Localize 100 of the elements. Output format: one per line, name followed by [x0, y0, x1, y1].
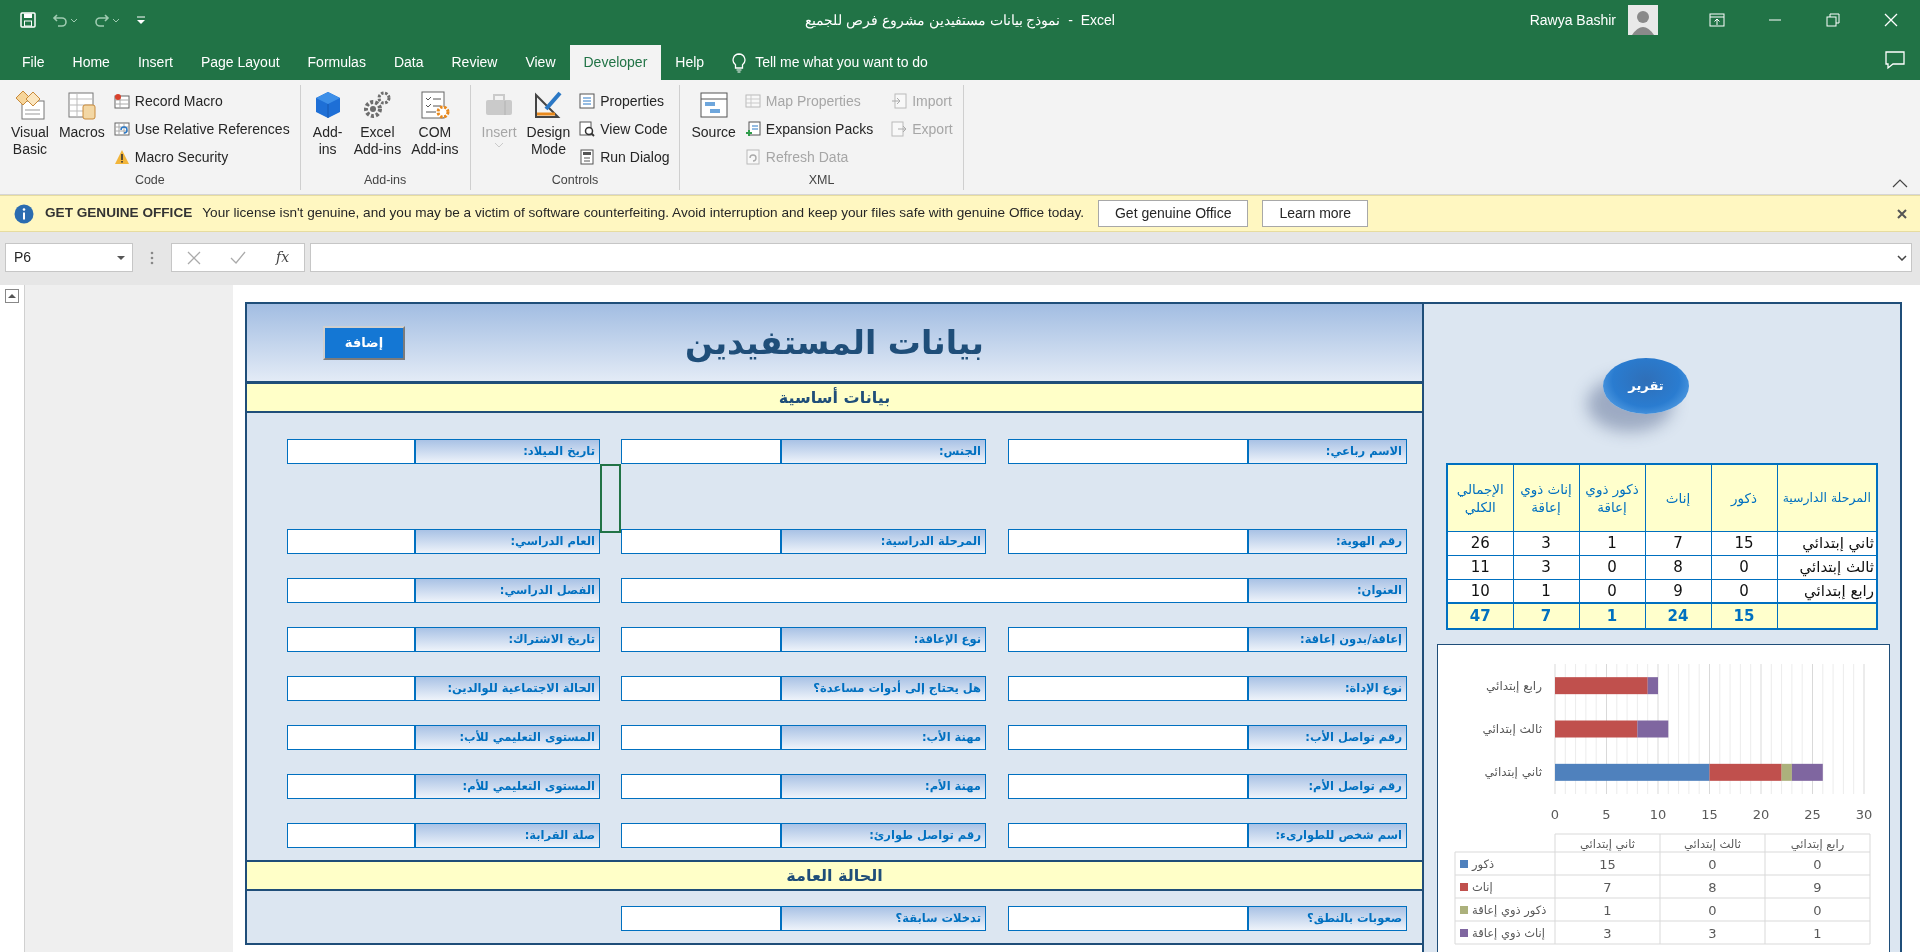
field-label: نوع الإداة:: [1248, 676, 1407, 701]
table-cell: 3: [1513, 555, 1579, 579]
ribbon-button[interactable]: Record Macro: [111, 89, 292, 113]
data-table-header: رابع إبتدائي: [1790, 837, 1845, 851]
ribbon-tab[interactable]: Data: [379, 45, 438, 80]
field-label: المستوى التعليمي للأم:: [415, 774, 600, 799]
ribbon-tab[interactable]: Help: [661, 45, 719, 80]
ribbon-button[interactable]: Macros: [55, 87, 108, 143]
data-table-cell: 0: [1708, 903, 1717, 918]
column-header: الإجمالي الكلي: [1447, 464, 1513, 531]
field-label: مهنة الأب:: [781, 725, 986, 750]
group-label: XML: [807, 172, 836, 189]
field-label: إعاقة/بدون إعاقة:: [1248, 627, 1407, 652]
axis-label: 30: [1855, 807, 1873, 822]
message-text: Your license isn't genuine, and you may be a victim of software counterfeiting. Avoid interruption and keep your files safe with genuine Office today.: [202, 204, 1084, 223]
data-table-cell: 3: [1708, 926, 1717, 941]
ribbon-button[interactable]: Source: [688, 87, 739, 143]
report-button[interactable]: تقرير: [1603, 358, 1689, 414]
column-header: إناث: [1645, 464, 1711, 531]
column-header: ذكور ذوي إعاقة: [1579, 464, 1645, 531]
column-header: إناث ذوي إعاقة: [1513, 464, 1579, 531]
ribbon-button[interactable]: Run Dialog: [577, 145, 672, 169]
ribbon-button[interactable]: COM Add-ins: [408, 87, 462, 160]
ribbon-tab[interactable]: Developer: [569, 45, 662, 80]
table-cell: 10: [1447, 579, 1513, 603]
field-label: اسم شخص للطوارىء:: [1248, 823, 1407, 848]
axis-label: 5: [1602, 807, 1611, 822]
axis-label: 25: [1804, 807, 1821, 822]
table-cell: 0: [1579, 555, 1645, 579]
data-table-cell: 3: [1603, 926, 1612, 941]
field-label: العنوان:: [1248, 578, 1407, 603]
message-button[interactable]: Get genuine Office: [1097, 200, 1249, 227]
ribbon-button[interactable]: Use Relative References: [111, 117, 292, 141]
axis-label: 10: [1649, 807, 1667, 822]
data-table-header: ثاني إبتدائي: [1580, 837, 1635, 851]
axis-label: 15: [1701, 807, 1718, 822]
document-title: نموذج بيانات مستفيدين مشروع فرص للجميع - Excel: [805, 10, 1115, 31]
ribbon-tab[interactable]: File: [8, 45, 59, 80]
total-cell: 1: [1579, 603, 1645, 629]
series-label: إناث: [1472, 880, 1493, 894]
ribbon-button[interactable]: Excel Add-ins: [350, 87, 405, 160]
table-cell: 8: [1645, 555, 1711, 579]
ribbon-button[interactable]: Expansion Packs: [742, 117, 876, 141]
ribbon-button[interactable]: Macro Security: [111, 145, 292, 169]
field-label: رقم تواصل الأم:: [1248, 774, 1407, 799]
column-header: ذكور: [1711, 464, 1777, 531]
category-label: ثاني إبتدائي: [1484, 765, 1542, 780]
ribbon-button[interactable]: Visual Basic: [8, 87, 52, 160]
data-table-cell: 7: [1603, 880, 1612, 895]
ribbon-tab[interactable]: Insert: [123, 45, 187, 80]
group-label: Controls: [550, 172, 600, 189]
section-title: الحالة العامة: [247, 860, 1422, 891]
table-cell: 0: [1579, 579, 1645, 603]
section-title: بيانات أساسية: [247, 382, 1422, 413]
ribbon-button[interactable]: Properties: [577, 89, 672, 113]
table-cell: ثالث إبتدائي: [1777, 555, 1877, 579]
ribbon-tab[interactable]: Review: [437, 45, 512, 80]
data-table-cell: 15: [1599, 857, 1616, 872]
axis-label: 0: [1550, 807, 1560, 822]
data-table-cell: 1: [1813, 926, 1822, 941]
series-label: إناث ذوي إعاقة: [1472, 926, 1545, 940]
table-cell: ثاني إبتدائي: [1777, 531, 1877, 555]
ribbon-button[interactable]: View Code: [577, 117, 672, 141]
axis-label: 20: [1752, 807, 1770, 822]
ribbon-tab[interactable]: View: [511, 45, 570, 80]
column-header: المرحلة الدارسية: [1777, 464, 1877, 531]
field-label: رقم الهوية:: [1248, 529, 1407, 554]
name-box[interactable]: P6: [5, 243, 133, 272]
data-table-cell: 8: [1708, 880, 1717, 895]
field-label: الفصل الدراسي:: [415, 578, 600, 603]
total-cell: 24: [1645, 603, 1711, 629]
cell-reference: P6: [14, 248, 32, 267]
category-label: ثالث إبتدائي: [1482, 722, 1542, 736]
field-label: الحالة الاجتماعية للوالدين:: [415, 676, 600, 701]
add-button[interactable]: إضافة: [323, 325, 405, 360]
field-label: هل يحتاج إلى أدوات مساعدة؟: [781, 676, 986, 701]
data-table-cell: 9: [1813, 880, 1822, 895]
field-label: تاريخ الاشتراك:: [415, 627, 600, 652]
ribbon-tab[interactable]: Page Layout: [186, 45, 294, 80]
table-cell: 26: [1447, 531, 1513, 555]
ribbon-tab[interactable]: Formulas: [293, 45, 380, 80]
ribbon-button[interactable]: Add- ins: [308, 87, 347, 160]
field-label: مهنة الأم:: [781, 774, 986, 799]
field-label: صعوبات بالنطق؟: [1248, 906, 1407, 931]
ribbon-button[interactable]: Design Mode: [523, 87, 574, 160]
data-table-cell: 0: [1813, 903, 1822, 918]
field-label: نوع الإعاقة:: [781, 627, 986, 652]
group-label: Code: [133, 172, 166, 189]
data-table-cell: 1: [1603, 903, 1612, 918]
total-cell: 15: [1711, 603, 1777, 629]
table-cell: 1: [1579, 531, 1645, 555]
field-label: المستوى التعليمي للأب:: [415, 725, 600, 750]
insert-function-button[interactable]: fx: [276, 247, 290, 268]
field-label: المرحلة الدراسية:: [781, 529, 986, 554]
table-cell: 1: [1513, 579, 1579, 603]
table-cell: 15: [1711, 531, 1777, 555]
message-button[interactable]: Learn more: [1262, 200, 1369, 227]
field-label: تاريخ الميلاد:: [415, 439, 600, 464]
ribbon-tab[interactable]: Home: [58, 45, 124, 80]
tell-me-search[interactable]: Tell me what you want to do: [755, 52, 928, 73]
